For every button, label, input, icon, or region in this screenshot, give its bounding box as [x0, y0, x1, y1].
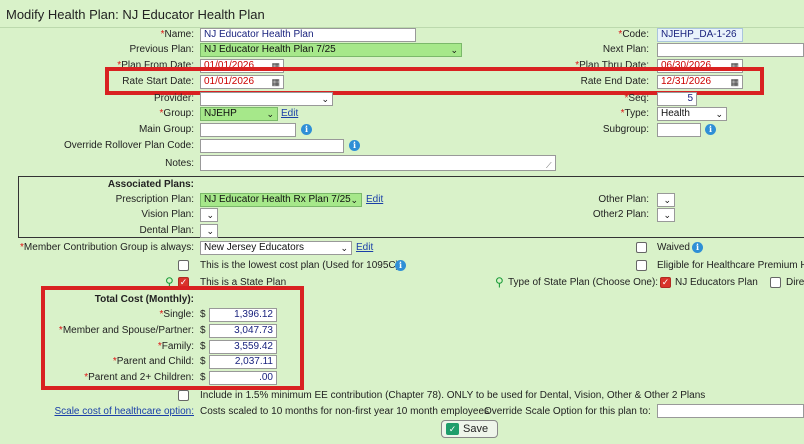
waived-label: Waived: [657, 242, 690, 253]
vision-plan-label: Vision Plan:: [141, 209, 194, 220]
chevron-down-icon: ⌄: [350, 195, 358, 205]
override-scale-label: Override Scale Option for this plan to:: [484, 406, 651, 417]
minimum-ee-label: Include in 1.5% minimum EE contribution …: [200, 390, 706, 401]
group-label: *Group:: [159, 108, 194, 119]
notes-textarea[interactable]: [200, 155, 556, 171]
next-plan-input[interactable]: [657, 43, 804, 57]
info-icon[interactable]: i: [705, 124, 716, 135]
other-plan-label: Other Plan:: [598, 194, 649, 205]
next-plan-label: Next Plan:: [602, 44, 649, 55]
override-rollover-label: Override Rollover Plan Code:: [63, 140, 194, 151]
direct-checkbox[interactable]: [770, 277, 781, 288]
seq-input[interactable]: 5: [657, 92, 697, 106]
chevron-down-icon: ⌄: [663, 195, 671, 205]
previous-plan-label: Previous Plan:: [129, 44, 194, 55]
prescription-edit-link[interactable]: Edit: [366, 193, 383, 207]
chevron-down-icon: ⌄: [206, 210, 214, 220]
type-label: *Type:: [620, 108, 649, 119]
provider-select[interactable]: ⌄: [200, 92, 333, 106]
chevron-down-icon: ⌄: [206, 226, 214, 236]
other2-plan-select[interactable]: ⌄: [657, 208, 675, 222]
contribution-edit-link[interactable]: Edit: [356, 241, 373, 255]
main-group-label: Main Group:: [138, 124, 194, 135]
group-select[interactable]: NJEHP ⌄: [200, 107, 278, 121]
member-contribution-select[interactable]: New Jersey Educators ⌄: [200, 241, 352, 255]
chevron-down-icon: ⌄: [450, 45, 458, 55]
info-icon[interactable]: i: [395, 260, 406, 271]
lowest-cost-label: This is the lowest cost plan (Used for 1…: [200, 260, 399, 271]
scale-cost-text: Costs scaled to 10 months for non-first …: [200, 406, 490, 417]
override-rollover-input[interactable]: [200, 139, 344, 153]
direct-label: Dire: [786, 277, 804, 288]
chevron-down-icon: ⌄: [715, 109, 723, 119]
save-icon: ✓: [446, 423, 459, 435]
type-select[interactable]: Health ⌄: [657, 107, 727, 121]
seq-label: *Seq:: [624, 93, 649, 104]
minimum-ee-checkbox[interactable]: [178, 390, 189, 401]
chevron-down-icon: ⌄: [340, 243, 348, 253]
dental-plan-select[interactable]: ⌄: [200, 224, 218, 238]
dental-plan-label: Dental Plan:: [139, 225, 194, 236]
waived-checkbox[interactable]: [636, 242, 647, 253]
nj-educators-label: NJ Educators Plan: [675, 277, 758, 288]
save-button[interactable]: ✓ Save: [441, 420, 498, 438]
scale-cost-link[interactable]: Scale cost of healthcare option:: [54, 405, 194, 419]
group-edit-link[interactable]: Edit: [281, 107, 298, 121]
previous-plan-select[interactable]: NJ Educator Health Plan 7/25 ⌄: [200, 43, 462, 57]
nj-educators-checkbox[interactable]: [660, 277, 671, 288]
notes-label: Notes:: [165, 158, 194, 169]
code-label: *Code:: [618, 29, 649, 40]
prescription-plan-select[interactable]: NJ Educator Health Rx Plan 7/25 ⌄: [200, 193, 362, 207]
resize-handle-icon[interactable]: ⟋: [546, 161, 552, 171]
vision-plan-select[interactable]: ⌄: [200, 208, 218, 222]
member-contribution-label: *Member Contribution Group is always:: [20, 242, 194, 253]
info-icon[interactable]: i: [301, 124, 312, 135]
name-label: *Name:: [160, 29, 194, 40]
rate-dates-highlight: [105, 67, 764, 95]
type-of-state-plan-label: Type of State Plan (Choose One):: [508, 277, 659, 288]
subgroup-input[interactable]: [657, 123, 701, 137]
provider-label: Provider:: [153, 93, 194, 104]
name-input[interactable]: NJ Educator Health Plan: [200, 28, 416, 42]
other-plan-select[interactable]: ⌄: [657, 193, 675, 207]
info-icon[interactable]: i: [349, 140, 360, 151]
main-group-input[interactable]: [200, 123, 296, 137]
associated-plans-heading: Associated Plans:: [107, 179, 194, 190]
override-scale-input[interactable]: [657, 404, 804, 418]
prescription-plan-label: Prescription Plan:: [115, 194, 194, 205]
puzzle-icon: ⚲: [495, 275, 504, 289]
page-title: Modify Health Plan: NJ Educator Health P…: [6, 7, 265, 22]
chevron-down-icon: ⌄: [663, 210, 671, 220]
other2-plan-label: Other2 Plan:: [592, 209, 649, 220]
code-field: NJEHP_DA-1-26: [657, 28, 743, 42]
eligible-premium-checkbox[interactable]: [636, 260, 647, 271]
info-icon[interactable]: i: [692, 242, 703, 253]
subgroup-label: Subgroup:: [602, 124, 649, 135]
lowest-cost-checkbox[interactable]: [178, 260, 189, 271]
total-cost-highlight: [41, 286, 304, 390]
eligible-premium-label: Eligible for Healthcare Premium Ho: [657, 260, 804, 271]
chevron-down-icon: ⌄: [321, 94, 329, 104]
chevron-down-icon: ⌄: [266, 109, 274, 119]
